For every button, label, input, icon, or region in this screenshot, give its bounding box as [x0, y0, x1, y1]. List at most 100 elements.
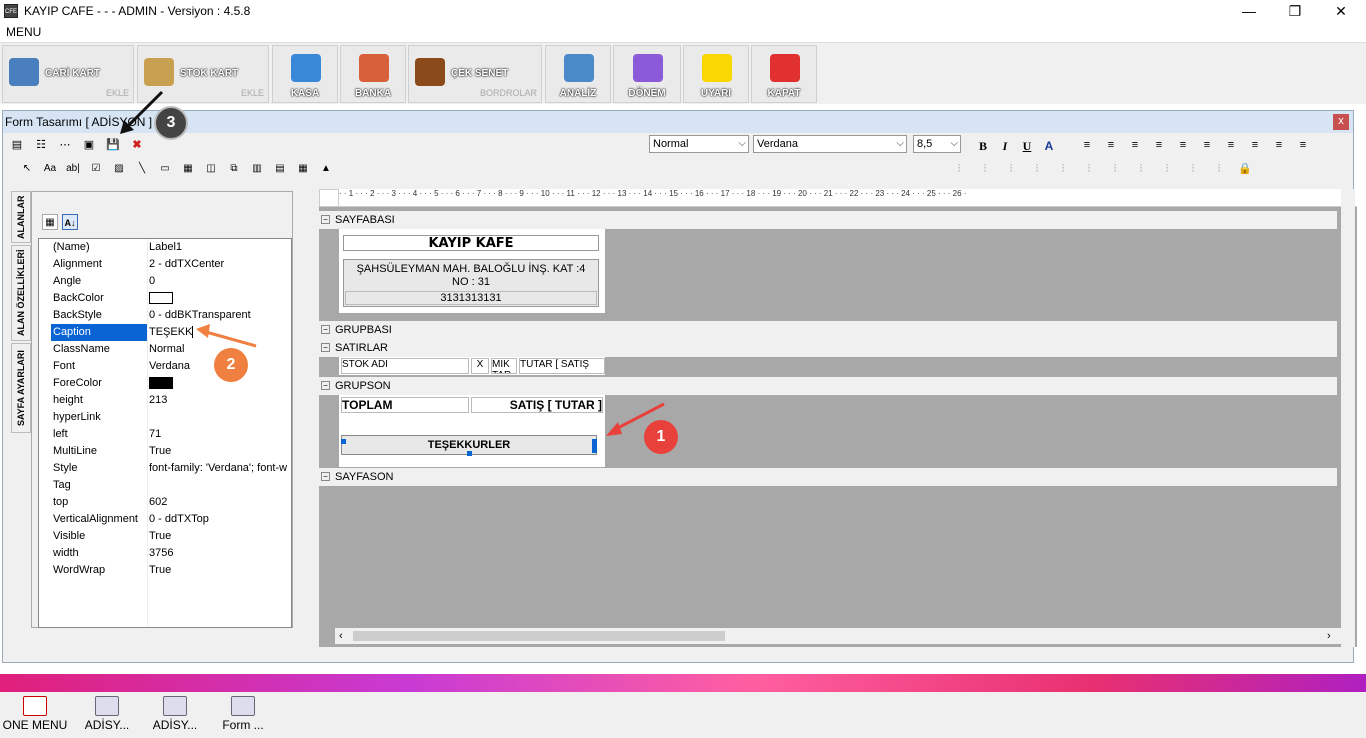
field-icon[interactable]: ▤ — [272, 161, 288, 177]
property-value[interactable]: 0 - ddBKTransparent — [149, 309, 289, 321]
property-row[interactable]: width 3756 — [39, 545, 291, 562]
property-value[interactable]: TEŞEKK — [149, 326, 194, 338]
property-value[interactable]: 213 — [149, 394, 289, 406]
collapse-icon[interactable]: − — [321, 343, 330, 352]
scroll-right-icon[interactable]: › — [1327, 630, 1331, 642]
pen-icon[interactable]: ≡ — [1271, 137, 1287, 153]
outdent-icon[interactable]: ≡ — [1175, 137, 1191, 153]
band-pageheader[interactable]: − SAYFABASI — [319, 211, 1337, 229]
tab-field-properties[interactable]: ALAN ÖZELLİKLERİ — [11, 245, 31, 341]
shape-icon[interactable]: ◫ — [203, 161, 219, 177]
same-width-icon[interactable]: ⫶ — [1159, 161, 1175, 177]
property-value[interactable]: 2 - ddTXCenter — [149, 258, 289, 270]
pointer-icon[interactable]: ↖ — [19, 161, 35, 177]
property-row[interactable]: height 213 — [39, 392, 291, 409]
restore-button[interactable]: ❐ — [1272, 0, 1318, 24]
preview-icon[interactable]: ▣ — [81, 137, 97, 153]
taskbar-item[interactable]: Form ... — [212, 692, 274, 738]
property-row[interactable]: (Name) Label1 — [39, 239, 291, 256]
band-detail[interactable]: − SATIRLAR — [319, 339, 1337, 357]
scroll-left-icon[interactable]: ‹ — [339, 630, 343, 642]
delete-icon[interactable]: ✖ — [129, 137, 145, 153]
layout-icon[interactable]: ☷ — [33, 137, 49, 153]
list-icon[interactable]: ≡ — [1151, 137, 1167, 153]
cari-kart-button[interactable]: CARİ KART EKLE — [2, 45, 134, 103]
resize-handle[interactable] — [592, 439, 597, 453]
address-label[interactable]: ŞAHSÜLEYMAN MAH. BALOĞLU İNŞ. KAT :4 NO … — [349, 263, 593, 291]
size-select[interactable]: 8,5 ⌵ — [913, 135, 961, 153]
band-groupheader[interactable]: − GRUPBASI — [319, 321, 1337, 339]
resize-handle[interactable] — [341, 439, 346, 444]
property-row[interactable]: ForeColor — [39, 375, 291, 392]
total-label[interactable]: TOPLAM — [341, 397, 469, 413]
checkbox-tool-icon[interactable]: ☑ — [88, 161, 104, 177]
align-rights-icon[interactable]: ⫶ — [1055, 161, 1071, 177]
property-value[interactable]: True — [149, 445, 289, 457]
categorized-icon[interactable]: ▦ — [42, 214, 58, 230]
align-right-icon[interactable]: ≡ — [1127, 137, 1143, 153]
property-row[interactable]: BackStyle 0 - ddBKTransparent — [39, 307, 291, 324]
property-row[interactable]: Font Verdana — [39, 358, 291, 375]
tab-page-settings[interactable]: SAYFA AYARLARI — [11, 343, 31, 433]
image-tool-icon[interactable]: ▨ — [111, 161, 127, 177]
border-icon[interactable]: ≡ — [1295, 137, 1311, 153]
band-groupfooter[interactable]: − GRUPSON — [319, 377, 1337, 395]
property-row[interactable]: MultiLine True — [39, 443, 291, 460]
subreport-icon[interactable]: ▦ — [180, 161, 196, 177]
property-row[interactable]: BackColor — [39, 290, 291, 307]
align-center-icon[interactable]: ≡ — [1103, 137, 1119, 153]
same-height-icon[interactable]: ⫶ — [1185, 161, 1201, 177]
property-row[interactable]: Angle 0 — [39, 273, 291, 290]
label-tool-icon[interactable]: Aa — [42, 161, 58, 177]
align-centers-icon[interactable]: ⫶ — [1029, 161, 1045, 177]
form-close-button[interactable]: x — [1333, 114, 1349, 130]
stok-kart-button[interactable]: STOK KART EKLE — [137, 45, 269, 103]
banka-button[interactable]: BANKA — [340, 45, 406, 103]
property-value[interactable]: 0 - ddTXTop — [149, 513, 289, 525]
horizontal-scrollbar[interactable]: ‹ › — [335, 628, 1341, 644]
chart-tool-icon[interactable]: ▦ — [295, 161, 311, 177]
company-label[interactable]: KAYIP KAFE — [343, 235, 599, 251]
barcode-icon[interactable]: ▥ — [249, 161, 265, 177]
col-x[interactable]: X — [471, 358, 489, 374]
tab-fields[interactable]: ALANLAR — [11, 191, 31, 243]
property-value[interactable]: font-family: 'Verdana'; font-w — [149, 462, 289, 474]
band-pagefooter[interactable]: − SAYFASON — [319, 468, 1337, 486]
cek-senet-button[interactable]: ÇEK SENET BORDROLAR — [408, 45, 542, 103]
indent-icon[interactable]: ≡ — [1199, 137, 1215, 153]
vertical-scrollbar[interactable] — [1341, 189, 1355, 647]
property-row[interactable]: hyperLink — [39, 409, 291, 426]
property-value[interactable]: True — [149, 530, 289, 542]
kasa-button[interactable]: KASA — [272, 45, 338, 103]
property-row[interactable]: Tag — [39, 477, 291, 494]
fill-icon[interactable]: ≡ — [1223, 137, 1239, 153]
property-row[interactable]: WordWrap True — [39, 562, 291, 579]
collapse-icon[interactable]: − — [321, 472, 330, 481]
property-row[interactable]: Visible True — [39, 528, 291, 545]
grid-icon[interactable]: ⋯ — [57, 137, 73, 153]
new-page-icon[interactable]: ▤ — [9, 137, 25, 153]
taskbar-item[interactable]: ADİSY... — [76, 692, 138, 738]
property-value[interactable]: Label1 — [149, 241, 289, 253]
phone-label[interactable]: 3131313131 — [345, 291, 597, 305]
property-value[interactable]: 71 — [149, 428, 289, 440]
align-bottoms-icon[interactable]: ⫶ — [1133, 161, 1149, 177]
minimize-button[interactable]: — — [1226, 0, 1272, 24]
scroll-thumb[interactable] — [353, 631, 725, 641]
col-mik[interactable]: MİK TAR — [491, 358, 517, 374]
line-tool-icon[interactable]: ╲ — [134, 161, 150, 177]
total-value[interactable]: SATIŞ [ TUTAR ] — [471, 397, 603, 413]
logo-icon[interactable]: ▲ — [318, 161, 334, 177]
donem-button[interactable]: DÖNEM — [613, 45, 681, 103]
kapat-button[interactable]: KAPAT — [751, 45, 817, 103]
collapse-icon[interactable]: − — [321, 215, 330, 224]
property-row[interactable]: VerticalAlignment 0 - ddTXTop — [39, 511, 291, 528]
align-left-icon[interactable]: ≡ — [1079, 137, 1095, 153]
bold-button[interactable]: B — [973, 137, 993, 155]
forecolor-icon[interactable]: ≡ — [1247, 137, 1263, 153]
sort-alpha-icon[interactable]: A↓ — [62, 214, 78, 230]
taskbar-item[interactable]: ONE MENU — [0, 692, 70, 738]
property-value[interactable]: 0 — [149, 275, 289, 287]
save-icon[interactable]: 💾 — [105, 137, 121, 153]
send-back-icon[interactable]: ⫶ — [951, 161, 967, 177]
